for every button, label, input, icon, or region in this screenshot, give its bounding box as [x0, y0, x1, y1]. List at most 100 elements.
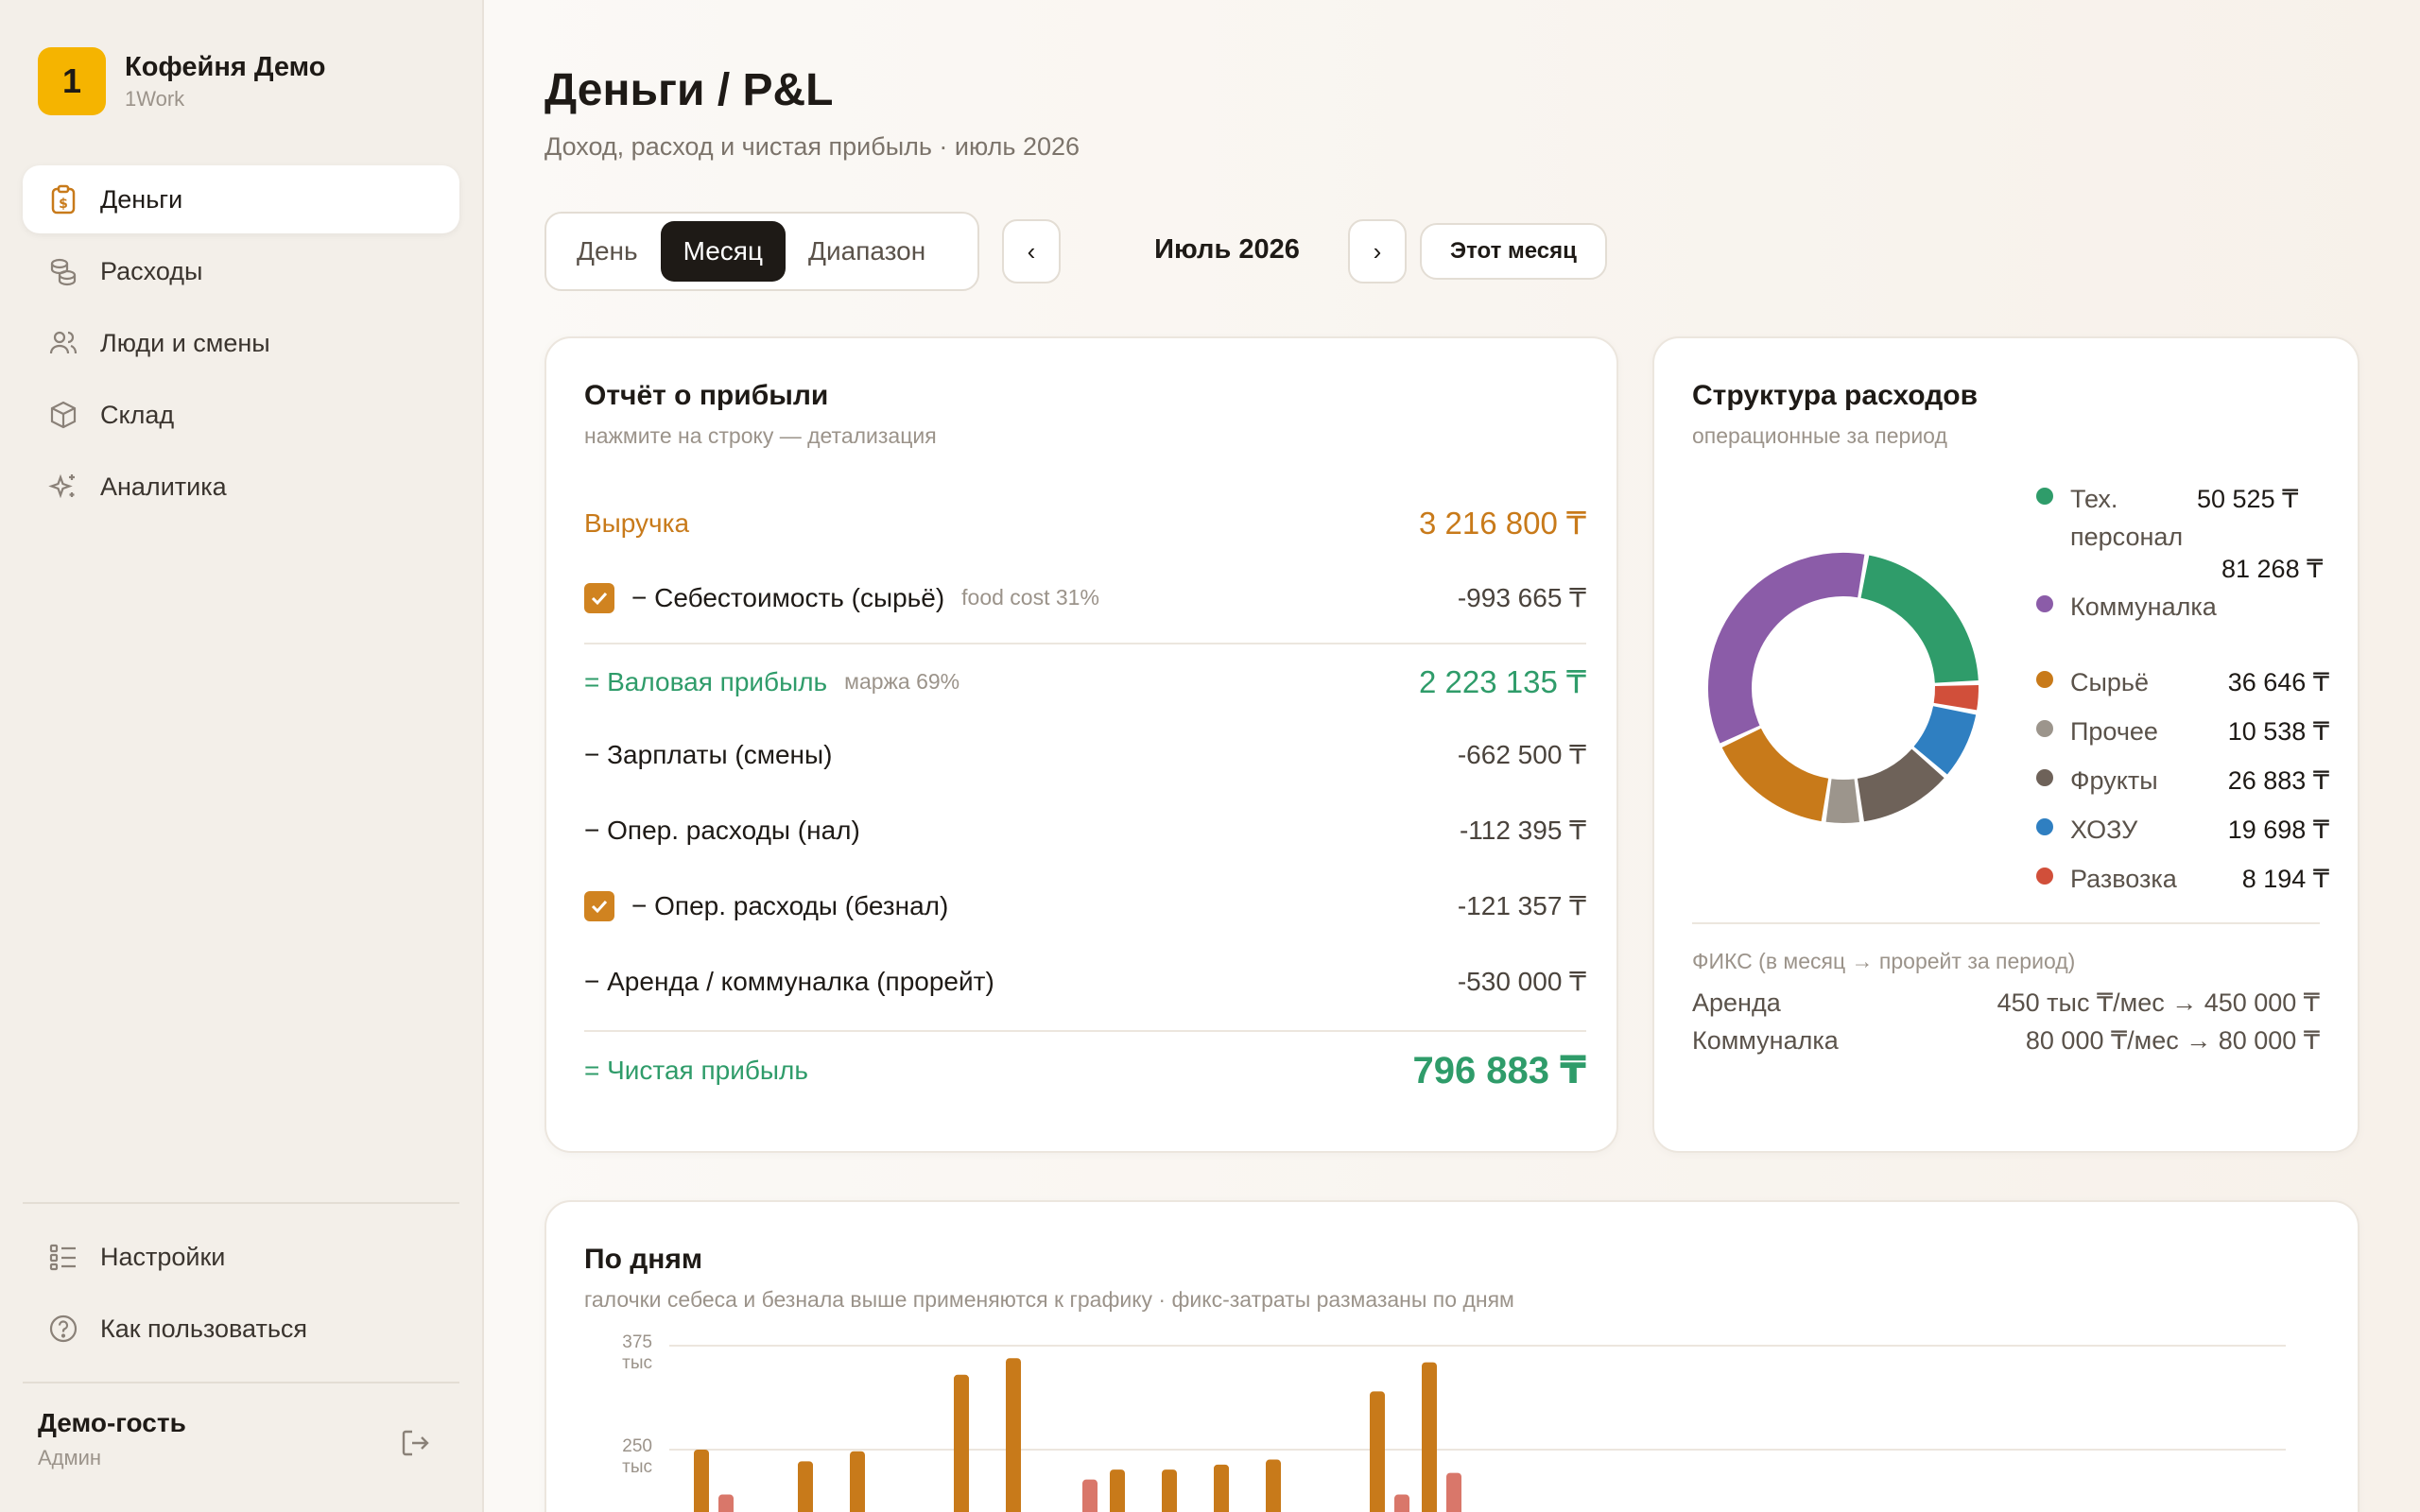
- this-month-button[interactable]: Этот месяц: [1420, 223, 1607, 280]
- day-bar[interactable]: [1006, 1358, 1021, 1512]
- segment-month[interactable]: Месяц: [660, 221, 786, 282]
- current-period: Июль 2026: [1154, 234, 1300, 265]
- pl-row-cogs[interactable]: − Себестоимость (сырьё) food cost 31% -9…: [584, 582, 1586, 613]
- donut-slice[interactable]: [1913, 705, 1977, 775]
- donut-slice[interactable]: [1825, 779, 1859, 823]
- fix-value: 450 тыс ₸/мес → 450 000 ₸: [1996, 988, 2320, 1017]
- donut-slice[interactable]: [1933, 685, 1979, 711]
- chevron-right-icon: ›: [1373, 236, 1382, 266]
- brand-name: Кофейня Демо: [125, 51, 326, 82]
- sidebar-item-money[interactable]: $ Деньги: [23, 165, 459, 233]
- day-bar[interactable]: [1162, 1469, 1177, 1512]
- legend-name: Прочее: [2070, 717, 2158, 746]
- fix-name: Коммуналка: [1692, 1026, 1839, 1055]
- pl-row-opex-card[interactable]: − Опер. расходы (безнал) -121 357 ₸: [584, 890, 1586, 921]
- legend-item[interactable]: Развозка 8 194 ₸: [2036, 860, 2329, 898]
- day-bar[interactable]: [718, 1494, 734, 1512]
- day-bar[interactable]: [1394, 1494, 1409, 1512]
- settings-list-icon: [47, 1241, 79, 1273]
- row-label: − Опер. расходы (нал): [584, 815, 860, 845]
- row-value: 2 223 135 ₸: [1419, 664, 1586, 699]
- legend-dot: [2036, 671, 2053, 688]
- legend-item[interactable]: Прочее 10 538 ₸: [2036, 713, 2329, 750]
- sidebar-item-people[interactable]: Люди и смены: [23, 309, 459, 377]
- sidebar-item-stock[interactable]: Склад: [23, 381, 459, 449]
- donut-slice[interactable]: [1859, 555, 1979, 684]
- day-bar[interactable]: [850, 1451, 865, 1512]
- row-label: − Себестоимость (сырьё): [631, 582, 945, 612]
- legend-dot: [2036, 595, 2053, 612]
- sidebar-item-settings[interactable]: Настройки: [23, 1223, 459, 1291]
- legend-value: 10 538 ₸: [2227, 717, 2329, 746]
- sidebar-item-expenses[interactable]: Расходы: [23, 237, 459, 305]
- day-bar[interactable]: [1370, 1391, 1385, 1512]
- row-note: маржа 69%: [844, 669, 960, 694]
- pl-row-net[interactable]: = Чистая прибыль 796 883 ₸: [584, 1049, 1586, 1092]
- pl-row-opex-cash[interactable]: − Опер. расходы (нал) -112 395 ₸: [584, 815, 1586, 846]
- sidebar-item-label: Аналитика: [100, 472, 227, 501]
- daily-chart-card: По дням галочки себеса и безнала выше пр…: [544, 1200, 2360, 1512]
- box-icon: [47, 399, 79, 431]
- users-icon: [47, 327, 79, 359]
- money-clipboard-icon: $: [47, 183, 79, 215]
- day-bar[interactable]: [1446, 1472, 1461, 1512]
- row-label: = Валовая прибыль: [584, 666, 828, 696]
- sidebar-item-analytics[interactable]: Аналитика: [23, 453, 459, 521]
- donut-slice[interactable]: [1721, 728, 1829, 822]
- card-subtitle: галочки себеса и безнала выше применяютс…: [584, 1287, 1514, 1312]
- divider: [584, 643, 1586, 644]
- legend-dot: [2036, 720, 2053, 737]
- legend-name: Тех. персонал: [2070, 485, 2184, 551]
- help-icon: [47, 1313, 79, 1345]
- cogs-checkbox[interactable]: [584, 582, 614, 613]
- legend-item[interactable]: Сырьё 36 646 ₸: [2036, 663, 2329, 701]
- day-bar[interactable]: [1214, 1464, 1229, 1512]
- legend-value: 26 883 ₸: [2227, 766, 2329, 795]
- daily-bar-chart: 375тыс250тыс: [622, 1334, 2286, 1512]
- row-value: -993 665 ₸: [1457, 583, 1586, 612]
- page-title: Деньги / P&L: [544, 65, 834, 115]
- brand[interactable]: 1 Кофейня Демо 1Work: [38, 47, 325, 115]
- fix-name: Аренда: [1692, 988, 1781, 1017]
- brand-logo: 1: [38, 47, 106, 115]
- day-bar[interactable]: [1082, 1479, 1098, 1512]
- legend-name: Коммуналка: [2070, 593, 2217, 621]
- legend-item[interactable]: Тех. персонал 50 525 ₸: [2036, 480, 2329, 556]
- day-bar[interactable]: [694, 1450, 709, 1512]
- day-bar[interactable]: [798, 1461, 813, 1512]
- pl-row-gross[interactable]: = Валовая прибыль маржа 69% 2 223 135 ₸: [584, 663, 1586, 700]
- pl-row-rent[interactable]: − Аренда / коммуналка (прорейт) -530 000…: [584, 966, 1586, 997]
- legend-item[interactable]: Фрукты 26 883 ₸: [2036, 762, 2329, 799]
- pl-row-salaries[interactable]: − Зарплаты (смены) -662 500 ₸: [584, 739, 1586, 770]
- day-bar[interactable]: [1266, 1459, 1281, 1512]
- prev-period-button[interactable]: ‹: [1002, 219, 1061, 284]
- row-value: -530 000 ₸: [1457, 967, 1586, 996]
- day-bar[interactable]: [954, 1374, 969, 1512]
- y-tick-label: 250: [622, 1436, 652, 1456]
- card-subtitle: нажмите на строку — детализация: [584, 423, 937, 448]
- day-bar[interactable]: [1422, 1362, 1437, 1512]
- row-value: -112 395 ₸: [1459, 816, 1586, 845]
- segment-day[interactable]: День: [554, 221, 661, 282]
- pl-row-revenue[interactable]: Выручка 3 216 800 ₸: [584, 505, 1586, 541]
- segment-range[interactable]: Диапазон: [786, 221, 948, 282]
- logout-icon[interactable]: [399, 1427, 431, 1464]
- row-note: food cost 31%: [961, 585, 1099, 610]
- legend-dot: [2036, 769, 2053, 786]
- card-title: По дням: [584, 1244, 703, 1275]
- sidebar-item-label: Расходы: [100, 256, 203, 285]
- legend-value: 36 646 ₸: [2227, 668, 2329, 696]
- legend-item[interactable]: Коммуналка 81 268 ₸: [2036, 555, 2329, 626]
- legend-item[interactable]: ХОЗУ 19 698 ₸: [2036, 811, 2329, 849]
- next-period-button[interactable]: ›: [1348, 219, 1407, 284]
- donut-slice[interactable]: [1708, 553, 1865, 744]
- donut-slice[interactable]: [1857, 748, 1945, 822]
- profit-report-card: Отчёт о прибыли нажмите на строку — дета…: [544, 336, 1618, 1153]
- expense-structure-card: Структура расходов операционные за перио…: [1652, 336, 2360, 1153]
- day-bar[interactable]: [1110, 1469, 1125, 1512]
- user-name: Демо-гость: [38, 1408, 186, 1437]
- sidebar-item-help[interactable]: Как пользоваться: [23, 1295, 459, 1363]
- sparkle-icon: [47, 471, 79, 503]
- opex-card-checkbox[interactable]: [584, 890, 614, 921]
- fix-value: 80 000 ₸/мес → 80 000 ₸: [2025, 1026, 2320, 1055]
